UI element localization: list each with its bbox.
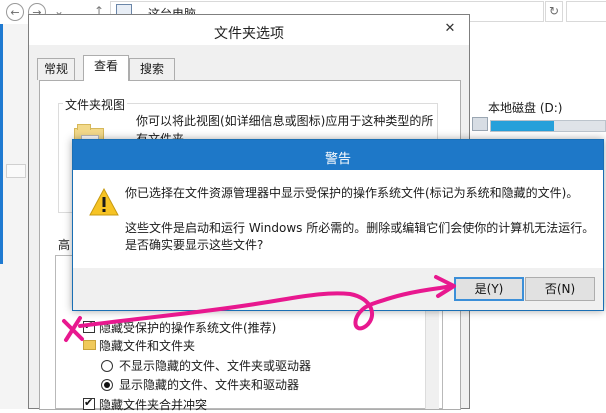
navigation-pane <box>0 24 28 409</box>
drive-usage-fill <box>491 121 554 131</box>
warning-title-bar: 警告 <box>73 140 603 170</box>
nav-item[interactable] <box>6 164 26 178</box>
yes-button[interactable]: 是(Y) <box>454 277 524 301</box>
warning-body: 你已选择在文件资源管理器中显示受保护的操作系统文件(标记为系统和隐藏的文件)。 … <box>73 170 603 268</box>
warning-message-line2: 这些文件是启动和运行 Windows 所必需的。删除或编辑它们会使你的计算机无法… <box>125 221 595 235</box>
folder-view-group-label: 文件夹视图 <box>63 96 128 113</box>
folder-icon <box>83 340 96 350</box>
back-button[interactable]: ← <box>6 3 24 21</box>
refresh-icon: ↻ <box>548 4 560 18</box>
search-input[interactable] <box>566 1 606 22</box>
hidden-files-folders-label: 隐藏文件和文件夹 <box>99 339 196 353</box>
tab-general[interactable]: 常规 <box>37 58 75 80</box>
dont-show-hidden-label[interactable]: 不显示隐藏的文件、文件夹或驱动器 <box>119 357 311 374</box>
hide-protected-os-files-label[interactable]: 隐藏受保护的操作系统文件(推荐) <box>99 319 276 336</box>
hide-merge-conflicts-checkbox[interactable] <box>83 396 95 410</box>
warning-message-line1: 你已选择在文件资源管理器中显示受保护的操作系统文件(标记为系统和隐藏的文件)。 <box>125 186 579 200</box>
refresh-button[interactable]: ↻ <box>545 1 563 22</box>
show-hidden-radio[interactable] <box>101 379 113 391</box>
drive-usage-bar <box>490 120 606 132</box>
selection-accent <box>0 24 3 264</box>
tab-view[interactable]: 查看 <box>83 55 129 81</box>
show-hidden-label[interactable]: 显示隐藏的文件、文件夹和驱动器 <box>119 376 299 393</box>
hide-merge-conflicts-label[interactable]: 隐藏文件夹合并冲突 <box>99 396 207 413</box>
close-icon[interactable]: ✕ <box>442 21 458 37</box>
warning-dialog: 警告 你已选择在文件资源管理器中显示受保护的操作系统文件(标记为系统和隐藏的文件… <box>72 139 604 311</box>
folder-options-title: 文件夹选项 <box>214 26 284 42</box>
drive-icon <box>472 117 488 131</box>
drive-label[interactable]: 本地磁盘 (D:) <box>488 99 562 116</box>
dont-show-hidden-radio[interactable] <box>101 360 113 372</box>
warning-title: 警告 <box>324 152 351 167</box>
folder-options-title-bar: 文件夹选项 ✕ <box>29 15 469 45</box>
tab-search[interactable]: 搜索 <box>129 58 175 80</box>
hide-protected-os-files-checkbox[interactable] <box>83 319 95 333</box>
warning-icon <box>89 188 119 216</box>
back-arrow-icon: ← <box>10 6 20 19</box>
no-button[interactable]: 否(N) <box>525 277 595 301</box>
warning-message-line3: 是否确实要显示这些文件? <box>125 238 264 252</box>
advanced-settings-label: 高 <box>58 238 71 252</box>
